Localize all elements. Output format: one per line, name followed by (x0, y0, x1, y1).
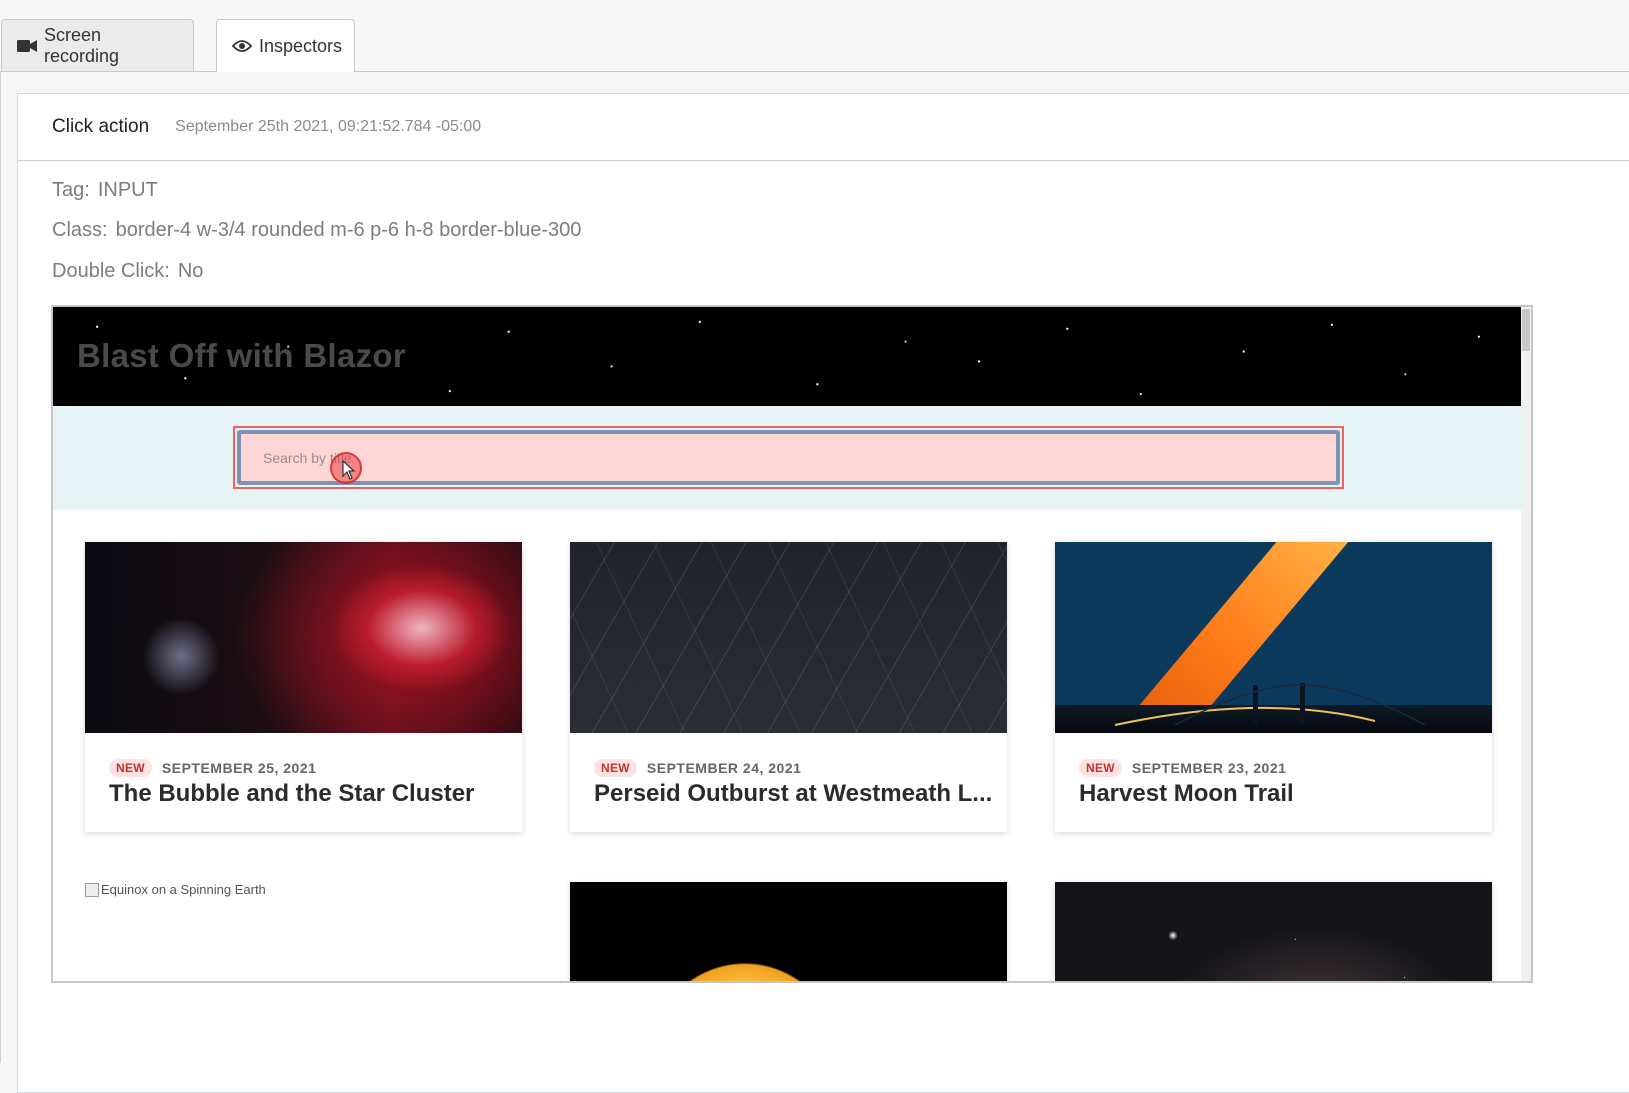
hero-title: Blast Off with Blazor (77, 337, 406, 374)
eye-icon (232, 39, 252, 53)
property-tag: Tag: INPUT (52, 179, 158, 202)
card-title[interactable]: Perseid Outburst at Westmeath L... (594, 780, 992, 808)
article-card[interactable] (570, 882, 1007, 981)
property-value: border-4 w-3/4 rounded m-6 p-6 h-8 borde… (115, 219, 582, 241)
tab-label: Screen recording (44, 24, 120, 66)
new-badge: NEW (1079, 759, 1122, 777)
hero-banner: Blast Off with Blazor (53, 307, 1523, 406)
video-camera-icon (17, 39, 37, 53)
tab-bar: Screen recording Inspectors (0, 0, 1629, 72)
card-date: SEPTEMBER 24, 2021 (646, 760, 802, 776)
article-card[interactable]: NEW SEPTEMBER 25, 2021 The Bubble and th… (85, 542, 522, 832)
article-card[interactable] (1055, 882, 1492, 981)
article-card[interactable]: NEW SEPTEMBER 24, 2021 Perseid Outburst … (570, 542, 1007, 832)
card-image-sun (570, 882, 1007, 981)
property-value: INPUT (97, 179, 158, 201)
broken-image-icon (85, 882, 99, 897)
card-image-moon-trail-bridge (1055, 542, 1492, 733)
card-image-meteor-shower (570, 542, 1007, 733)
new-badge: NEW (594, 759, 637, 777)
card-date: SEPTEMBER 25, 2021 (161, 760, 317, 776)
captured-screenshot: Blast Off with Blazor NEW SEPTEMBER 25, … (51, 305, 1533, 983)
pointer-cursor-icon (342, 460, 356, 480)
inspector-panel: Click action September 25th 2021, 09:21:… (17, 93, 1629, 1093)
tab-label: Inspectors (259, 35, 343, 56)
card-meta: NEW SEPTEMBER 23, 2021 (1079, 759, 1286, 777)
scrollbar-thumb[interactable] (1522, 309, 1530, 351)
property-class: Class: border-4 w-3/4 rounded m-6 p-6 h-8… (52, 219, 581, 242)
property-value: No (177, 260, 204, 282)
card-image-nebula (85, 542, 522, 733)
event-header: Click action September 25th 2021, 09:21:… (18, 94, 1629, 161)
card-date: SEPTEMBER 23, 2021 (1131, 760, 1287, 776)
left-rule (0, 71, 1, 1063)
property-label: Double Click: (52, 260, 170, 282)
property-label: Class: (52, 219, 108, 241)
property-double-click: Double Click: No (52, 260, 203, 283)
search-band (53, 406, 1523, 510)
article-card[interactable]: NEW SEPTEMBER 23, 2021 Harvest Moon Trai… (1055, 542, 1492, 832)
tab-inspectors[interactable]: Inspectors (216, 19, 355, 72)
article-card[interactable]: Equinox on a Spinning Earth (85, 882, 522, 981)
card-meta: NEW SEPTEMBER 24, 2021 (594, 759, 801, 777)
card-meta: NEW SEPTEMBER 25, 2021 (109, 759, 316, 777)
image-alt-text: Equinox on a Spinning Earth (101, 882, 266, 897)
card-title[interactable]: Harvest Moon Trail (1079, 780, 1294, 808)
event-timestamp: September 25th 2021, 09:21:52.784 -05:00 (175, 118, 482, 135)
tab-screen-recording[interactable]: Screen recording (1, 19, 194, 71)
event-action: Click action (52, 116, 150, 137)
bridge-silhouette (1114, 683, 1426, 726)
property-label: Tag: (52, 179, 90, 201)
broken-image: Equinox on a Spinning Earth (85, 882, 266, 897)
card-image-starfield (1055, 882, 1492, 981)
new-badge: NEW (109, 759, 152, 777)
card-title[interactable]: The Bubble and the Star Cluster (109, 780, 474, 808)
search-input[interactable] (237, 430, 1340, 485)
